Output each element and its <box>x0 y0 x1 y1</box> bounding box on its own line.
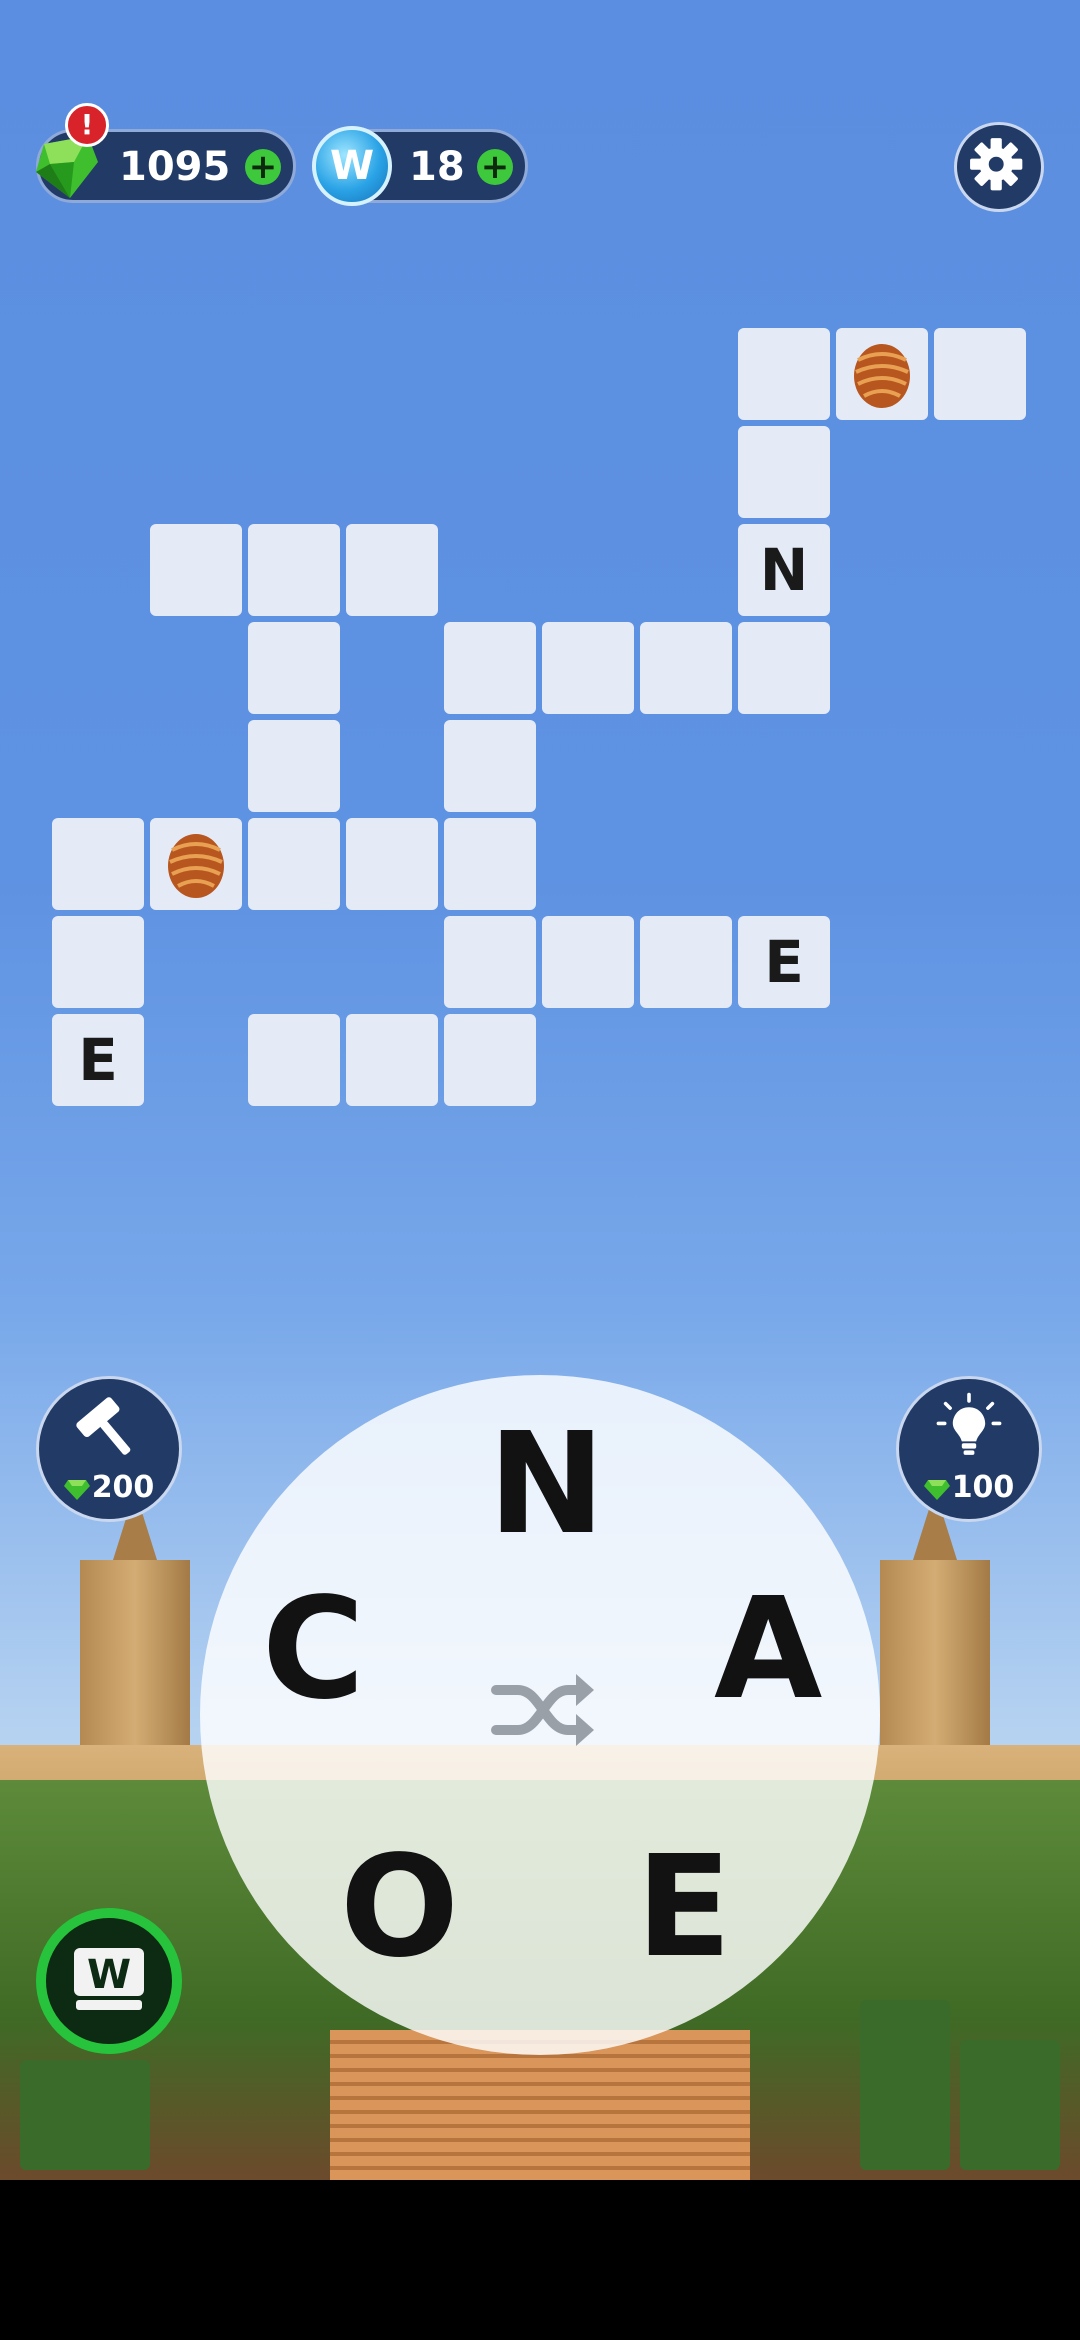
board-cell <box>738 622 830 714</box>
board-cell-revealed: E <box>738 916 830 1008</box>
board-cell <box>444 916 536 1008</box>
board-cell <box>444 622 536 714</box>
gear-icon <box>970 138 1023 191</box>
gems-value: 1095 <box>119 144 231 190</box>
board-cell <box>640 916 732 1008</box>
hedge <box>960 2040 1060 2170</box>
board-cell <box>248 1014 340 1106</box>
board-cell <box>248 524 340 616</box>
board-cell <box>52 818 144 910</box>
wheel-letter-o[interactable]: O <box>340 1838 459 1978</box>
wheel-letter-n[interactable]: N <box>488 1415 605 1555</box>
board-cell <box>542 622 634 714</box>
board-cell <box>738 328 830 420</box>
left-tower <box>80 1560 190 1760</box>
coins-plus-button[interactable]: + <box>477 149 513 185</box>
coins-value: 18 <box>409 144 465 190</box>
hedge <box>860 2000 950 2170</box>
board-cell <box>248 720 340 812</box>
pinecone-icon <box>854 344 910 408</box>
wheel-letter-e[interactable]: E <box>636 1838 732 1978</box>
board-cell <box>542 916 634 1008</box>
hedge <box>20 2060 150 2170</box>
w-coin-icon: W <box>312 126 392 206</box>
hammer-cost-value: 200 <box>91 1470 155 1505</box>
wheel-letter-a[interactable]: A <box>714 1580 822 1720</box>
board-cell-bonus <box>836 328 928 420</box>
board-cell <box>248 622 340 714</box>
board-cell-bonus <box>150 818 242 910</box>
board-cell <box>444 720 536 812</box>
board-cell <box>346 818 438 910</box>
board-cell <box>444 1014 536 1106</box>
lightbulb-icon <box>936 1392 1002 1455</box>
right-tower <box>880 1560 990 1760</box>
hint-booster-button[interactable]: 100 <box>896 1376 1042 1522</box>
board-cell <box>52 916 144 1008</box>
hint-cost: 100 <box>899 1470 1039 1505</box>
svg-text:W: W <box>87 1952 131 1998</box>
board-cell <box>346 1014 438 1106</box>
settings-button[interactable] <box>954 122 1044 212</box>
board-cell-revealed: N <box>738 524 830 616</box>
shuffle-icon[interactable] <box>488 1660 598 1760</box>
pinecone-icon <box>168 834 224 898</box>
gem-icon <box>923 1479 950 1500</box>
word-bonus-button[interactable]: W <box>36 1908 182 2054</box>
board-cell <box>934 328 1026 420</box>
board-cell-revealed: E <box>52 1014 144 1106</box>
hammer-cost: 200 <box>39 1470 179 1505</box>
gem-icon <box>63 1479 90 1500</box>
word-box-icon: W <box>74 1948 144 2010</box>
hammer-booster-button[interactable]: 200 <box>36 1376 182 1522</box>
hammer-icon <box>76 1397 131 1455</box>
board-cell <box>640 622 732 714</box>
board-cell <box>150 524 242 616</box>
bottom-bar <box>0 2180 1080 2340</box>
wheel-letter-c[interactable]: C <box>262 1580 365 1720</box>
alert-badge: ! <box>65 103 109 147</box>
gems-plus-button[interactable]: + <box>245 149 281 185</box>
hint-cost-value: 100 <box>951 1470 1015 1505</box>
board-cell <box>738 426 830 518</box>
board-cell <box>248 818 340 910</box>
board-cell <box>346 524 438 616</box>
board-cell <box>444 818 536 910</box>
